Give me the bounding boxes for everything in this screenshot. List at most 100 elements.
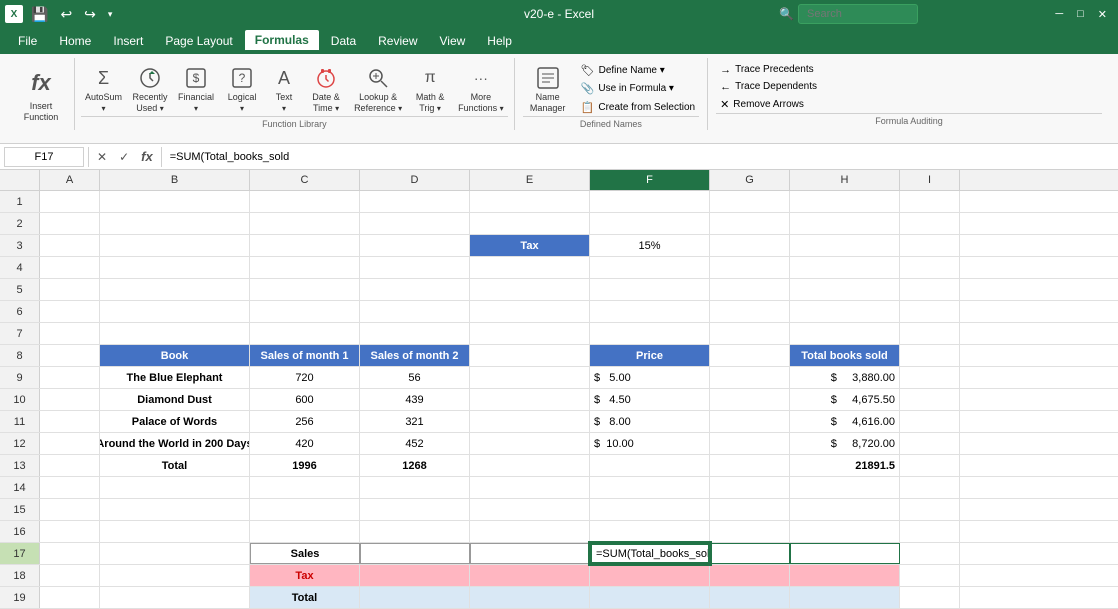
cell-e5[interactable] <box>470 279 590 300</box>
cell-g2[interactable] <box>710 213 790 234</box>
cell-e18[interactable] <box>470 565 590 586</box>
cell-i17[interactable] <box>900 543 960 564</box>
row-header-3[interactable]: 3 <box>0 235 40 256</box>
cell-h1[interactable] <box>790 191 900 212</box>
cell-b18[interactable] <box>100 565 250 586</box>
cell-c3[interactable] <box>250 235 360 256</box>
cell-b16[interactable] <box>100 521 250 542</box>
cell-e15[interactable] <box>470 499 590 520</box>
cell-b13-total[interactable]: Total <box>100 455 250 476</box>
row-header-11[interactable]: 11 <box>0 411 40 432</box>
cell-f8-price[interactable]: Price <box>590 345 710 366</box>
cell-b8-book[interactable]: Book <box>100 345 250 366</box>
cell-c13[interactable]: 1996 <box>250 455 360 476</box>
save-icon[interactable]: 💾 <box>27 4 52 25</box>
insert-function-bar-button[interactable]: fx <box>137 149 157 164</box>
cell-i6[interactable] <box>900 301 960 322</box>
cell-d3[interactable] <box>360 235 470 256</box>
cell-g7[interactable] <box>710 323 790 344</box>
cell-f12[interactable]: $ 10.00 <box>590 433 710 454</box>
cell-c14[interactable] <box>250 477 360 498</box>
cell-i4[interactable] <box>900 257 960 278</box>
cell-h5[interactable] <box>790 279 900 300</box>
cell-a10[interactable] <box>40 389 100 410</box>
menu-help[interactable]: Help <box>477 31 522 51</box>
row-header-19[interactable]: 19 <box>0 587 40 608</box>
cell-i5[interactable] <box>900 279 960 300</box>
cell-g1[interactable] <box>710 191 790 212</box>
cell-g12[interactable] <box>710 433 790 454</box>
cell-a7[interactable] <box>40 323 100 344</box>
cell-h10[interactable]: $ 4,675.50 <box>790 389 900 410</box>
col-header-a[interactable]: A <box>40 170 100 190</box>
cell-g18[interactable] <box>710 565 790 586</box>
cell-c8-sales1[interactable]: Sales of month 1 <box>250 345 360 366</box>
col-header-h[interactable]: H <box>790 170 900 190</box>
cell-d2[interactable] <box>360 213 470 234</box>
cell-i15[interactable] <box>900 499 960 520</box>
cell-f16[interactable] <box>590 521 710 542</box>
cell-i1[interactable] <box>900 191 960 212</box>
cell-a16[interactable] <box>40 521 100 542</box>
cell-d8-sales2[interactable]: Sales of month 2 <box>360 345 470 366</box>
text-button[interactable]: A Text▾ <box>266 62 302 116</box>
search-input[interactable] <box>798 4 918 24</box>
cell-g6[interactable] <box>710 301 790 322</box>
cell-d6[interactable] <box>360 301 470 322</box>
cell-f18[interactable] <box>590 565 710 586</box>
row-header-16[interactable]: 16 <box>0 521 40 542</box>
cell-i14[interactable] <box>900 477 960 498</box>
cell-h6[interactable] <box>790 301 900 322</box>
cell-d11[interactable]: 321 <box>360 411 470 432</box>
cell-a18[interactable] <box>40 565 100 586</box>
cell-b17[interactable] <box>100 543 250 564</box>
cell-a2[interactable] <box>40 213 100 234</box>
cell-e8[interactable] <box>470 345 590 366</box>
maximize-button[interactable]: □ <box>1071 6 1090 22</box>
cell-e2[interactable] <box>470 213 590 234</box>
cell-b1[interactable] <box>100 191 250 212</box>
cell-g4[interactable] <box>710 257 790 278</box>
cell-g16[interactable] <box>710 521 790 542</box>
cell-c12[interactable]: 420 <box>250 433 360 454</box>
menu-review[interactable]: Review <box>368 31 427 51</box>
menu-formulas[interactable]: Formulas <box>245 30 319 52</box>
cell-d19[interactable] <box>360 587 470 608</box>
cell-b2[interactable] <box>100 213 250 234</box>
cell-f7[interactable] <box>590 323 710 344</box>
col-header-f[interactable]: F <box>590 170 710 190</box>
cell-h17[interactable] <box>790 543 900 564</box>
row-header-2[interactable]: 2 <box>0 213 40 234</box>
row-header-10[interactable]: 10 <box>0 389 40 410</box>
cell-i3[interactable] <box>900 235 960 256</box>
quick-access-dropdown[interactable]: ▾ <box>104 7 117 22</box>
row-header-9[interactable]: 9 <box>0 367 40 388</box>
cell-c6[interactable] <box>250 301 360 322</box>
cell-b19[interactable] <box>100 587 250 608</box>
cell-c7[interactable] <box>250 323 360 344</box>
cell-a4[interactable] <box>40 257 100 278</box>
cell-i7[interactable] <box>900 323 960 344</box>
cell-d12[interactable]: 452 <box>360 433 470 454</box>
more-functions-button[interactable]: ··· MoreFunctions ▾ <box>454 62 508 116</box>
cell-g5[interactable] <box>710 279 790 300</box>
cell-e19[interactable] <box>470 587 590 608</box>
accept-formula-button[interactable]: ✓ <box>115 150 133 164</box>
cell-g3[interactable] <box>710 235 790 256</box>
cell-e12[interactable] <box>470 433 590 454</box>
insert-function-button[interactable]: fx InsertFunction <box>16 63 66 125</box>
cell-b3[interactable] <box>100 235 250 256</box>
cell-f6[interactable] <box>590 301 710 322</box>
formula-input[interactable] <box>166 147 1114 167</box>
cell-h19[interactable] <box>790 587 900 608</box>
close-button[interactable]: ✕ <box>1092 6 1113 23</box>
cell-d18[interactable] <box>360 565 470 586</box>
cell-g17[interactable] <box>710 543 790 564</box>
lookup-reference-button[interactable]: Lookup &Reference ▾ <box>350 62 406 116</box>
name-box[interactable] <box>4 147 84 167</box>
menu-file[interactable]: File <box>8 31 47 51</box>
cell-e14[interactable] <box>470 477 590 498</box>
cell-e10[interactable] <box>470 389 590 410</box>
cell-f14[interactable] <box>590 477 710 498</box>
name-manager-button[interactable]: NameManager <box>523 62 573 116</box>
